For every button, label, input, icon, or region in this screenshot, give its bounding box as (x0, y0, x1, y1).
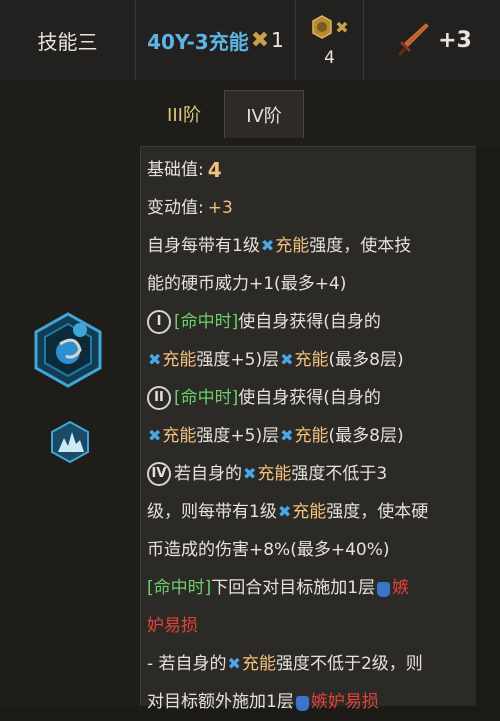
sword-icon (398, 23, 429, 56)
desc-text: 强度不低于2级，则 (275, 654, 423, 674)
roman-2-icon: II (147, 386, 171, 410)
desc-text: 能的硬币威力+1(最多+4) (147, 274, 347, 294)
skill-description: 基础值: 4 变动值: +3 自身每带有1级 ✖ 充能 强度，使本技 能的硬币威… (140, 146, 476, 712)
coin-count-value: 4 (324, 48, 335, 68)
tier-tabs: III阶 IV阶 (140, 80, 500, 146)
desc-text: 使自身获得(自身的 (238, 388, 381, 408)
envy-jar-icon (295, 695, 309, 711)
desc-text: 自身每带有1级 (147, 236, 260, 256)
desc-text: - 若自身的 (147, 654, 227, 674)
charge-icon: ✖ (243, 464, 257, 483)
desc-line: 自身每带有1级 ✖ 充能 强度，使本技 (147, 227, 476, 265)
desc-text: 对目标额外施加1层 (147, 692, 294, 712)
desc-text: 使自身获得(自身的 (238, 312, 381, 332)
on-hit-tag: [命中时] (174, 388, 239, 408)
desc-text: 下回合对目标施加1层 (211, 578, 376, 598)
multiply-icon: ✖ (335, 17, 349, 37)
change-value: +3 (207, 198, 233, 218)
charge-keyword: 充能 (241, 654, 276, 674)
charge-icon: ✖ (280, 350, 294, 369)
change-value-row: 变动值: +3 (147, 189, 476, 227)
coin-count: ✖ 4 (296, 0, 364, 80)
effect-4-cont: 级，则每带有1级 ✖ 充能 强度，使本硬 (147, 493, 476, 531)
charge-icon: ✖ (280, 426, 294, 445)
desc-text: 级，则每带有1级 (147, 502, 277, 522)
crystal-icon (51, 420, 89, 464)
roman-4-icon: IV (147, 462, 171, 486)
effect-2-cont: ✖ 充能 强度+5)层 ✖ 充能 (最多8层) (147, 417, 476, 455)
tab-tier-3[interactable]: III阶 (144, 90, 224, 138)
effect-hit-cont: 妒易损 (147, 607, 476, 645)
effect-extra-cont: 对目标额外施加1层 嫉妒易损 (147, 683, 476, 721)
charge-keyword: 充能 (162, 426, 197, 446)
charge-icon: ✖ (148, 350, 162, 369)
skill-header: 技能三 40Y-3充能 ✖ 1 ✖ 4 +3 (0, 0, 500, 80)
desc-text: 强度，使本硬 (326, 502, 429, 522)
desc-text: 强度不低于3 (291, 464, 388, 484)
envy-keyword: 嫉 (392, 578, 410, 598)
envy-keyword: 嫉妒易损 (310, 692, 379, 712)
multiply-icon: ✖ (250, 27, 270, 53)
desc-text: (最多8层) (328, 426, 404, 446)
charge-cost-count: 1 (271, 28, 284, 52)
desc-text: 强度+5)层 (196, 426, 280, 446)
effect-2: II [命中时] 使自身获得(自身的 (147, 379, 476, 417)
charge-icon: ✖ (227, 654, 241, 673)
charge-icon: ✖ (277, 502, 292, 521)
envy-jar-icon (377, 581, 391, 597)
desc-text: 强度，使本技 (309, 236, 412, 256)
effect-extra: - 若自身的 ✖ 充能 强度不低于2级，则 (147, 645, 476, 683)
effect-hit: [命中时] 下回合对目标施加1层 嫉 (147, 569, 476, 607)
attack-bonus-value: +3 (438, 27, 472, 53)
skill-emblem-icon (34, 312, 102, 388)
skill-icon-pane (0, 80, 140, 706)
tab-tier-4[interactable]: IV阶 (224, 90, 304, 138)
attack-bonus: +3 (364, 0, 500, 80)
desc-text: (最多8层) (328, 350, 404, 370)
charge-keyword: 充能 (292, 502, 327, 522)
desc-text: 强度+5)层 (196, 350, 280, 370)
roman-1-icon: I (147, 310, 171, 334)
base-value: 4 (207, 158, 222, 182)
charge-keyword: 充能 (294, 350, 329, 370)
charge-icon: ✖ (148, 426, 162, 445)
desc-text: 若自身的 (174, 464, 242, 484)
base-value-label: 基础值: (147, 160, 204, 180)
envy-keyword: 妒易损 (147, 616, 198, 636)
charge-keyword: 充能 (162, 350, 197, 370)
charge-keyword: 充能 (257, 464, 292, 484)
charge-keyword: 充能 (275, 236, 310, 256)
on-hit-tag: [命中时] (147, 578, 212, 598)
skill-title: 技能三 (0, 0, 136, 80)
effect-4: IV 若自身的 ✖ 充能 强度不低于3 (147, 455, 476, 493)
base-value-row: 基础值: 4 (147, 151, 476, 189)
desc-line: 能的硬币威力+1(最多+4) (147, 265, 476, 303)
charge-icon: ✖ (260, 236, 275, 255)
coin-icon (312, 15, 333, 39)
desc-text: 币造成的伤害+8%(最多+40%) (147, 540, 390, 560)
effect-1: I [命中时] 使自身获得(自身的 (147, 303, 476, 341)
effect-1-cont: ✖ 充能 强度+5)层 ✖ 充能 (最多8层) (147, 341, 476, 379)
effect-4-cont: 币造成的伤害+8%(最多+40%) (147, 531, 476, 569)
charge-cost-label: 40Y-3充能 (147, 29, 249, 54)
charge-cost: 40Y-3充能 ✖ 1 (136, 0, 296, 80)
charge-keyword: 充能 (294, 426, 329, 446)
on-hit-tag: [命中时] (174, 312, 239, 332)
change-value-label: 变动值: (147, 198, 204, 218)
